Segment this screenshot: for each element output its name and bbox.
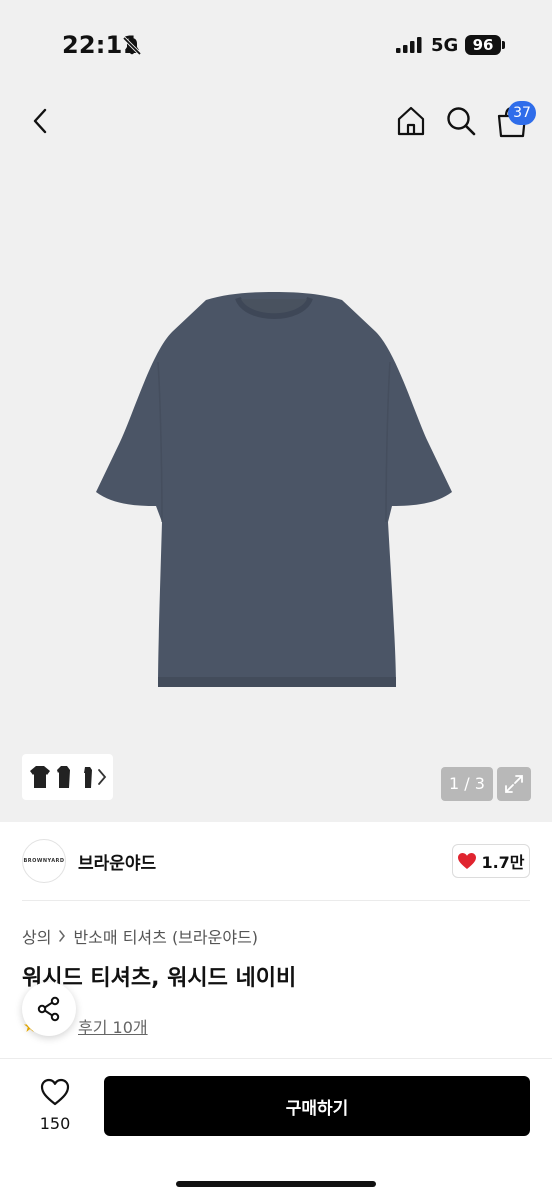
breadcrumb-subcategory[interactable]: 반소매 티셔츠 (브라운야드) <box>73 924 258 948</box>
signal-icon <box>396 37 422 53</box>
brand-like-button[interactable]: 1.7만 <box>452 844 530 878</box>
review-link[interactable]: 후기 10개 <box>78 1014 148 1038</box>
wishlist-count: 150 <box>39 1114 71 1133</box>
image-pager: 1 / 3 <box>441 767 493 801</box>
bottom-bar-divider <box>0 1058 552 1059</box>
chevron-right-icon <box>98 769 107 785</box>
brand-name[interactable]: 브라운야드 <box>78 849 156 874</box>
thumbnail-back[interactable] <box>78 764 98 790</box>
breadcrumb-category[interactable]: 상의 <box>22 924 51 948</box>
home-icon <box>397 106 425 136</box>
brand-logo[interactable]: BROWNYARD <box>22 839 66 883</box>
thumbnail-front[interactable] <box>30 764 50 790</box>
share-icon <box>37 996 60 1022</box>
back-button[interactable] <box>24 104 56 138</box>
share-button[interactable] <box>22 982 76 1036</box>
thumbnail-strip[interactable] <box>22 754 113 800</box>
expand-button[interactable] <box>497 767 531 801</box>
search-button[interactable] <box>444 104 478 138</box>
battery-level: 96 <box>465 35 501 55</box>
product-tshirt-image[interactable] <box>96 292 452 690</box>
home-indicator <box>176 1181 376 1187</box>
status-bar: 22:11 5G 96 <box>0 0 552 90</box>
cart-badge: 37 <box>508 101 536 125</box>
chevron-left-icon <box>33 108 47 134</box>
wishlist-button[interactable]: 150 <box>30 1078 80 1133</box>
chevron-right-icon <box>59 930 66 942</box>
buy-button[interactable]: 구매하기 <box>104 1076 530 1136</box>
section-divider <box>22 900 530 901</box>
network-type: 5G <box>431 35 459 56</box>
bell-muted-icon <box>122 36 142 56</box>
brand-logo-text: BROWNYARD <box>23 858 65 864</box>
brand-like-count: 1.7만 <box>481 853 525 872</box>
breadcrumb: 상의 반소매 티셔츠 (브라운야드) <box>22 924 258 948</box>
thumbnail-side[interactable] <box>54 764 74 790</box>
search-icon <box>447 107 476 136</box>
battery-cap <box>502 41 505 49</box>
heart-outline-icon <box>40 1078 70 1106</box>
expand-icon <box>505 775 523 793</box>
home-button[interactable] <box>394 104 428 138</box>
heart-filled-icon <box>458 853 477 869</box>
